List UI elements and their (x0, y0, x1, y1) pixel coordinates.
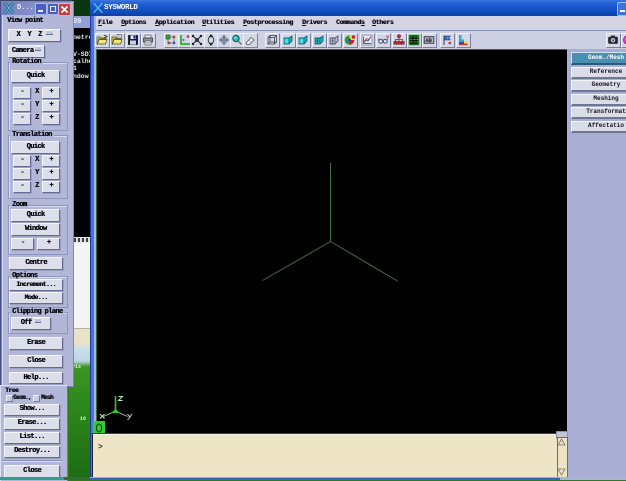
svg-text:AB: AB (425, 37, 432, 44)
